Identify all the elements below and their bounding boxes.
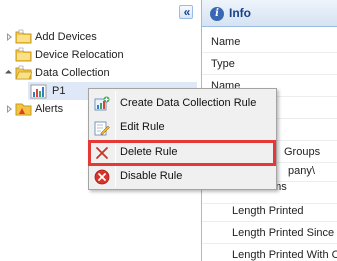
collapse-button[interactable]: « xyxy=(179,5,193,19)
property-label: Length Printed Since xyxy=(232,227,335,239)
property-row: Length Printed With C xyxy=(202,244,337,261)
delete-rule-highlight-box xyxy=(88,140,276,166)
folder-icon xyxy=(15,29,32,44)
tree-node-device-relocation[interactable]: Device Relocation xyxy=(0,46,197,64)
info-icon: i xyxy=(210,7,224,21)
bar-chart-icon xyxy=(30,84,47,99)
expand-arrow-icon[interactable] xyxy=(5,28,14,46)
menu-item-label: Edit Rule xyxy=(120,121,165,133)
tree-node-add-devices[interactable]: Add Devices xyxy=(0,28,197,46)
edit-icon xyxy=(94,121,110,136)
menu-item-edit-rule[interactable]: Edit Rule xyxy=(91,116,274,139)
info-panel-title: Info xyxy=(229,6,251,20)
expand-arrow-icon[interactable] xyxy=(5,100,14,118)
property-label: Length Printed With C xyxy=(232,249,337,261)
property-label: Length Printed xyxy=(232,205,304,217)
menu-item-disable-rule[interactable]: Disable Rule xyxy=(91,165,274,188)
property-row: Length Printed xyxy=(202,200,337,222)
tree-node-label: Add Devices xyxy=(35,31,97,43)
property-row: Type xyxy=(202,53,337,75)
property-label: pany\ xyxy=(288,165,315,177)
property-row: Length Printed Since xyxy=(202,222,337,244)
menu-item-label: Disable Rule xyxy=(120,170,183,182)
info-panel-header: i Info xyxy=(202,0,337,27)
add-rule-icon xyxy=(94,96,110,111)
context-menu: Create Data Collection Rule Edit Rule De… xyxy=(88,88,277,190)
menu-item-create-data-collection-rule[interactable]: Create Data Collection Rule xyxy=(91,92,274,115)
tree-node-label: Alerts xyxy=(35,103,64,115)
tree-node-label: P1 xyxy=(52,85,66,97)
menu-item-label: Create Data Collection Rule xyxy=(120,97,257,109)
double-chevron-left-icon: « xyxy=(183,5,191,19)
tree-node-alerts[interactable]: Alerts xyxy=(0,100,88,118)
folder-open-icon xyxy=(15,65,32,80)
tree-node-label: Data Collection xyxy=(35,67,110,79)
tree-header: « xyxy=(0,0,197,24)
folder-icon xyxy=(15,47,32,62)
property-row: Name xyxy=(202,31,337,53)
folder-warning-icon xyxy=(15,103,32,116)
property-label: Name xyxy=(211,36,241,48)
disable-icon xyxy=(94,169,110,185)
tree-node-label: Device Relocation xyxy=(35,49,124,61)
collapse-arrow-icon[interactable] xyxy=(5,64,14,82)
tree-node-data-collection[interactable]: Data Collection xyxy=(0,64,197,82)
property-label: Type xyxy=(211,58,235,70)
